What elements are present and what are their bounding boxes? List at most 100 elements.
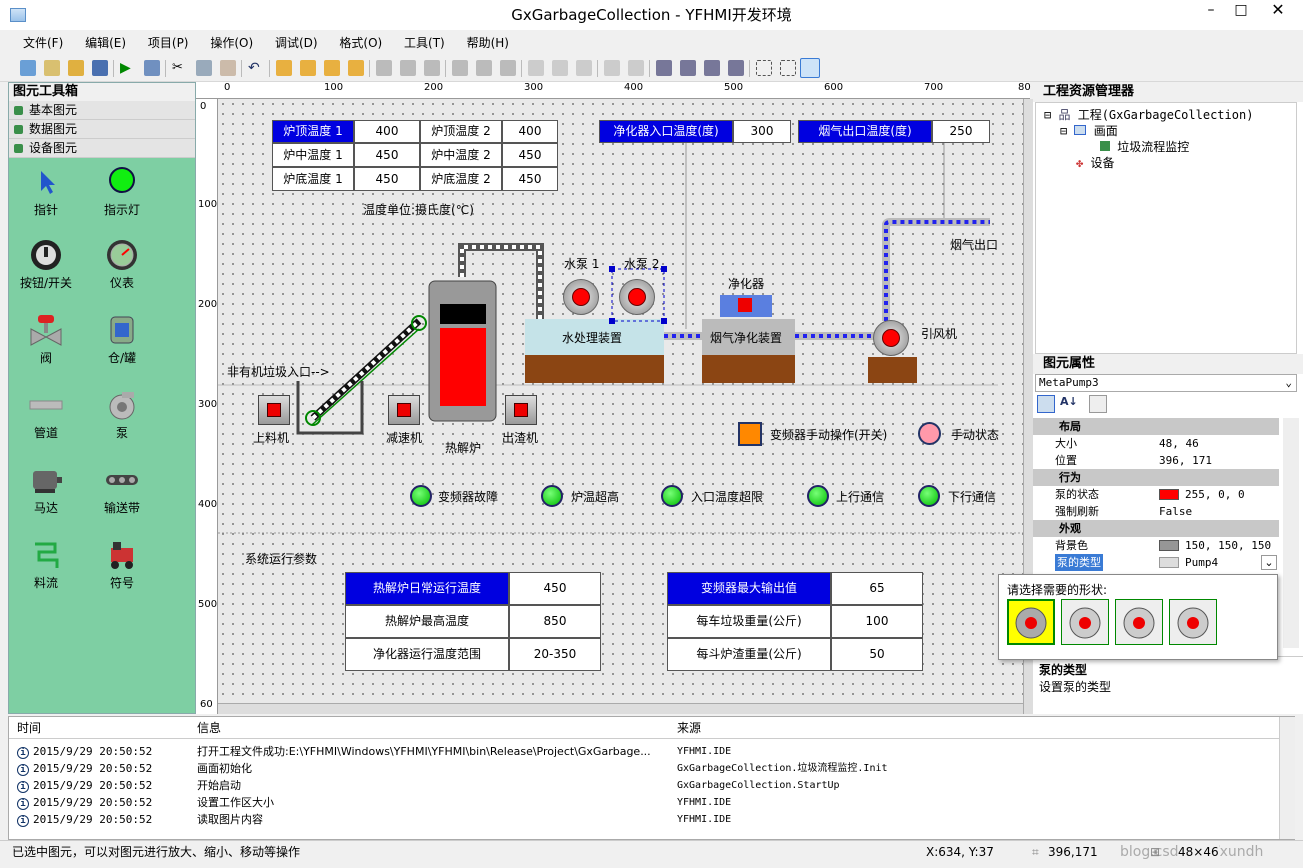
water-pump-2[interactable] [617, 277, 657, 317]
pump-icon [105, 388, 139, 422]
tool-meter[interactable]: 仪表 [87, 238, 157, 291]
save-icon[interactable] [92, 60, 108, 76]
send-back-icon[interactable] [300, 60, 316, 76]
h-space-icon[interactable] [604, 60, 620, 76]
same-width-icon[interactable] [528, 60, 544, 76]
close-button[interactable]: ✕ [1256, 0, 1300, 22]
param-value[interactable]: 65 [831, 572, 923, 605]
pump-shape-option-2[interactable] [1061, 599, 1109, 645]
align-top-icon[interactable] [452, 60, 468, 76]
category-data[interactable]: 数据图元 [9, 120, 195, 139]
menu-help[interactable]: 帮助(H) [458, 30, 518, 56]
canvas-h-scrollbar[interactable] [218, 703, 1023, 714]
menu-file[interactable]: 文件(F) [14, 30, 72, 56]
tree-node-device[interactable]: ✤ 设备 [1076, 154, 1114, 171]
rotate-left-icon[interactable] [704, 60, 720, 76]
bring-front-icon[interactable] [276, 60, 292, 76]
tree-node-screen[interactable]: ⊟ 画面 [1060, 122, 1118, 139]
tree-node-page[interactable]: 垃圾流程监控 [1100, 138, 1189, 155]
prop-row-pump-state[interactable]: 泵的状态 255, 0, 0 [1033, 486, 1279, 503]
vfd-manual-switch[interactable] [738, 422, 762, 446]
paste-icon[interactable] [220, 60, 236, 76]
pump-shape-option-4[interactable] [1169, 599, 1217, 645]
tool-valve[interactable]: 阀 [11, 313, 81, 366]
log-col-time[interactable]: 时间 [17, 717, 41, 739]
tool-button[interactable]: 按钮/开关 [11, 238, 81, 291]
pump-shape-option-1[interactable] [1007, 599, 1055, 645]
sort-az-icon[interactable]: A↓ [1060, 395, 1078, 413]
tool-pipe[interactable]: 管道 [11, 388, 81, 441]
tool-tank[interactable]: 仓/罐 [87, 313, 157, 366]
category-device[interactable]: 设备图元 [9, 139, 195, 158]
copy-icon[interactable] [196, 60, 212, 76]
tool-indicator[interactable]: 指示灯 [87, 165, 157, 218]
water-pump-1[interactable] [561, 277, 601, 317]
align-bottom-icon[interactable] [500, 60, 516, 76]
toolbox-title: 图元工具箱 [9, 83, 195, 101]
loader-machine[interactable] [258, 395, 290, 425]
tool-symbol[interactable]: 符号 [87, 538, 157, 591]
same-height-icon[interactable] [552, 60, 568, 76]
v-space-icon[interactable] [628, 60, 644, 76]
category-basic[interactable]: 基本图元 [9, 101, 195, 120]
run-icon[interactable]: ▶ [120, 60, 136, 76]
align-left-icon[interactable] [376, 60, 392, 76]
prop-row-refresh[interactable]: 强制刷新 False [1033, 503, 1279, 520]
param-value[interactable]: 850 [509, 605, 601, 638]
induced-fan[interactable] [871, 318, 911, 358]
design-canvas[interactable]: 炉顶温度 1 400 炉顶温度 2 400 炉中温度 1 450 炉中温度 2 … [218, 99, 1023, 703]
ungroup-icon[interactable] [780, 60, 796, 76]
menu-operate[interactable]: 操作(O) [201, 30, 262, 56]
prop-row-position[interactable]: 位置 396, 171 [1033, 452, 1279, 469]
param-value[interactable]: 20-350 [509, 638, 601, 671]
same-size-icon[interactable] [576, 60, 592, 76]
folder-icon[interactable] [68, 60, 84, 76]
param-value[interactable]: 100 [831, 605, 923, 638]
minimize-button[interactable]: – [1196, 0, 1226, 22]
tool-flow[interactable]: 料流 [11, 538, 81, 591]
build-icon[interactable] [144, 60, 160, 76]
tool-pointer[interactable]: 指针 [11, 165, 81, 218]
menu-tools[interactable]: 工具(T) [395, 30, 454, 56]
align-middle-icon[interactable] [476, 60, 492, 76]
param-value[interactable]: 50 [831, 638, 923, 671]
align-right-icon[interactable] [424, 60, 440, 76]
cut-icon[interactable]: ✂ [172, 60, 188, 76]
status-hint: 已选中图元，可以对图元进行放大、缩小、移动等操作 [12, 845, 301, 859]
prop-row-pump-type[interactable]: 泵的类型 Pump4 ⌄ [1033, 554, 1279, 571]
pump-shape-option-3[interactable] [1115, 599, 1163, 645]
props-scrollbar[interactable] [1283, 418, 1299, 648]
param-value[interactable]: 450 [509, 572, 601, 605]
open-icon[interactable] [44, 60, 60, 76]
tool-motor[interactable]: 马达 [11, 463, 81, 516]
prop-row-bg-color[interactable]: 背景色 150, 150, 150 [1033, 537, 1279, 554]
menu-project[interactable]: 项目(P) [139, 30, 198, 56]
tool-conveyor[interactable]: 输送带 [87, 463, 157, 516]
undo-icon[interactable]: ↶ [248, 60, 264, 76]
menu-debug[interactable]: 调试(D) [266, 30, 327, 56]
tree-node-project[interactable]: ⊟ 品 工程(GxGarbageCollection) [1044, 106, 1253, 123]
discharger-machine[interactable] [505, 395, 537, 425]
flip-h-icon[interactable] [656, 60, 672, 76]
reducer-machine[interactable] [388, 395, 420, 425]
log-col-info[interactable]: 信息 [197, 717, 221, 739]
grid-toggle-icon[interactable] [800, 58, 820, 78]
menu-format[interactable]: 格式(O) [330, 30, 391, 56]
group-icon[interactable] [756, 60, 772, 76]
tool-pump[interactable]: 泵 [87, 388, 157, 441]
maximize-button[interactable]: □ [1226, 0, 1256, 22]
flip-v-icon[interactable] [680, 60, 696, 76]
backward-icon[interactable] [348, 60, 364, 76]
categorized-icon[interactable] [1037, 395, 1055, 413]
rotate-right-icon[interactable] [728, 60, 744, 76]
align-center-icon[interactable] [400, 60, 416, 76]
flue-unit-label: 烟气净化装置 [710, 331, 783, 345]
new-icon[interactable] [20, 60, 36, 76]
object-selector[interactable]: MetaPump3 ⌄ [1035, 374, 1297, 392]
log-col-source[interactable]: 来源 [677, 717, 701, 739]
forward-icon[interactable] [324, 60, 340, 76]
menu-edit[interactable]: 编辑(E) [76, 30, 135, 56]
property-pages-icon[interactable] [1089, 395, 1107, 413]
log-scrollbar[interactable] [1279, 717, 1295, 839]
prop-row-size[interactable]: 大小 48, 46 [1033, 435, 1279, 452]
